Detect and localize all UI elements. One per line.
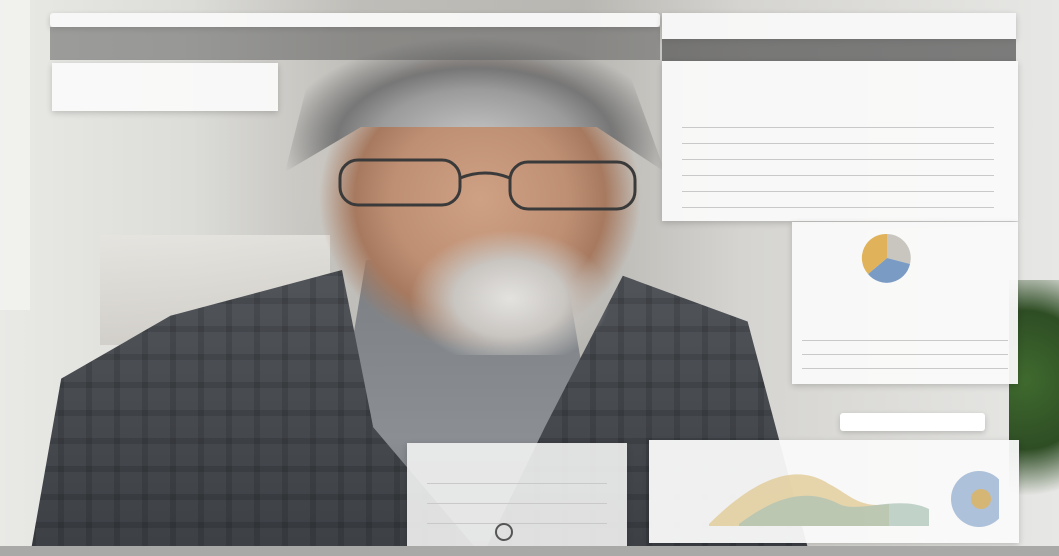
chart-divider bbox=[802, 354, 1008, 355]
report-divider bbox=[682, 159, 994, 160]
notification-card[interactable] bbox=[52, 63, 278, 111]
tablet-divider bbox=[427, 523, 607, 524]
tablet-divider bbox=[427, 483, 607, 484]
report-divider bbox=[682, 175, 994, 176]
chart-panel bbox=[792, 222, 1018, 384]
report-divider bbox=[682, 127, 994, 128]
report-divider bbox=[682, 191, 994, 192]
action-button[interactable] bbox=[840, 413, 985, 431]
dashboard-panel bbox=[649, 440, 1019, 543]
eyeglasses bbox=[338, 158, 637, 211]
chart-divider bbox=[802, 340, 1008, 341]
bottom-strip bbox=[0, 546, 1059, 556]
white-beard bbox=[410, 230, 610, 355]
pie-chart-graphic bbox=[861, 233, 911, 283]
header-band-right bbox=[662, 39, 1016, 61]
chart-divider bbox=[802, 368, 1008, 369]
top-bar-right bbox=[662, 13, 1016, 39]
area-chart-graphic bbox=[709, 471, 999, 527]
report-panel bbox=[662, 61, 1018, 221]
tablet-divider bbox=[427, 503, 607, 504]
top-bar bbox=[50, 13, 660, 27]
stylus-tip bbox=[495, 523, 513, 541]
window-frame bbox=[0, 0, 30, 310]
report-divider bbox=[682, 143, 994, 144]
report-divider bbox=[682, 207, 994, 208]
tablet-screen bbox=[407, 443, 627, 546]
header-band bbox=[50, 27, 660, 60]
